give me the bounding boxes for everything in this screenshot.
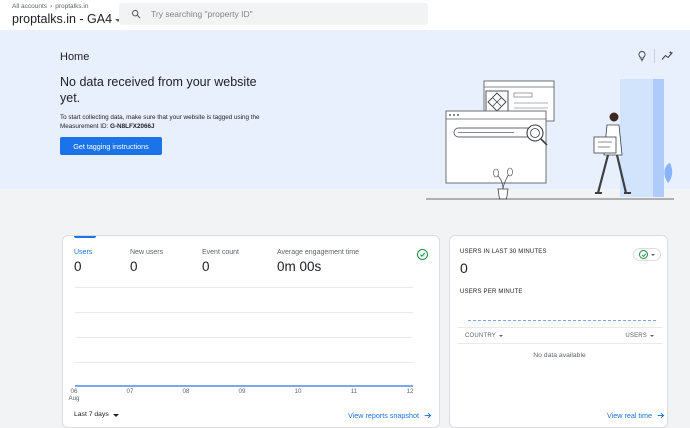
metric-value: 0: [202, 259, 210, 274]
view-reports-snapshot-link[interactable]: View reports snapshot: [348, 411, 432, 420]
metric-label: Average engagement time: [277, 249, 359, 256]
date-range-selector[interactable]: Last 7 days: [74, 411, 119, 418]
x-tick-day: 10: [294, 388, 302, 395]
chart-gridline: [75, 337, 413, 338]
users-trend-line: [75, 385, 413, 387]
insights-icon[interactable]: [661, 50, 674, 62]
caret-down-icon: [651, 253, 655, 256]
search-bar[interactable]: [119, 3, 428, 25]
breadcrumb-account[interactable]: proptalks.in: [55, 3, 88, 10]
x-tick-label: 11: [347, 388, 361, 395]
date-range-label: Last 7 days: [74, 411, 109, 418]
caret-down-icon: [650, 335, 654, 337]
users-per-minute-label: USERS PER MINUTE: [460, 289, 523, 295]
arrow-right-icon: [657, 412, 665, 419]
metric-value: 0: [130, 259, 138, 274]
chart-gridline: [75, 362, 413, 363]
breadcrumb-all-accounts[interactable]: All accounts: [12, 3, 47, 10]
check-circle-icon[interactable]: [417, 249, 428, 260]
chevron-right-icon: ›: [50, 3, 53, 10]
column-label: COUNTRY: [465, 333, 496, 339]
x-tick-label: 10: [291, 388, 305, 395]
arrow-right-icon: [424, 412, 432, 419]
users-per-minute-chart: [468, 320, 656, 321]
link-label: View real time: [607, 411, 653, 420]
column-country[interactable]: COUNTRY: [465, 333, 503, 339]
column-users[interactable]: USERS: [625, 333, 654, 339]
top-bar: All accounts › proptalks.in proptalks.in…: [0, 0, 690, 30]
table-header: COUNTRY USERS: [458, 327, 662, 344]
x-tick-label: 07: [123, 388, 137, 395]
realtime-status-dropdown[interactable]: [633, 248, 661, 261]
x-tick-label: 12: [403, 388, 417, 395]
x-tick-day: 12: [406, 388, 414, 395]
search-input[interactable]: [151, 9, 411, 19]
person-figure: [609, 112, 619, 122]
search-icon: [131, 9, 141, 19]
x-tick-month: Aug: [68, 395, 80, 402]
measurement-id: G-N8LFX2066J: [110, 123, 155, 130]
property-name: proptalks.in - GA4: [12, 12, 113, 26]
check-circle-icon: [639, 250, 648, 259]
x-tick-day: 11: [350, 388, 358, 395]
realtime-users-value: 0: [460, 260, 468, 276]
metric-label: Event count: [202, 249, 239, 256]
realtime-card: USERS IN LAST 30 MINUTES 0 USERS PER MIN…: [449, 235, 668, 428]
chart-gridline: [75, 312, 413, 313]
x-tick-label: 06 Aug: [67, 388, 81, 402]
hero-description: To start collecting data, make sure that…: [60, 113, 260, 131]
x-tick-label: 09: [235, 388, 249, 395]
breadcrumb: All accounts › proptalks.in: [12, 3, 88, 10]
hero-actions: [636, 49, 674, 63]
chart-gridline: [75, 287, 413, 288]
get-tagging-instructions-button[interactable]: Get tagging instructions: [60, 137, 162, 155]
x-tick-day: 06: [70, 388, 78, 395]
link-label: View reports snapshot: [348, 411, 419, 420]
x-tick-day: 07: [126, 388, 134, 395]
caret-down-icon: [498, 335, 503, 337]
tagging-illustration: [426, 79, 674, 200]
metric-value: 0m 00s: [277, 259, 322, 274]
realtime-title: USERS IN LAST 30 MINUTES: [460, 249, 547, 255]
page-title: Home: [60, 51, 90, 63]
column-label: USERS: [625, 333, 647, 339]
overview-card: Users 0 New users 0 Event count 0 Averag…: [62, 235, 440, 428]
hero-description-text: To start collecting data, make sure that…: [60, 114, 260, 130]
caret-down-icon: [112, 413, 119, 417]
view-real-time-link[interactable]: View real time: [607, 411, 665, 420]
metric-label: Users: [74, 249, 93, 256]
hero-heading: No data received from your website yet.: [60, 75, 257, 105]
hero-banner: Home No data received from your website …: [0, 30, 690, 200]
metric-value: 0: [74, 259, 82, 274]
x-tick-day: 09: [238, 388, 246, 395]
x-tick-label: 08: [179, 388, 193, 395]
property-selector[interactable]: proptalks.in - GA4: [12, 12, 122, 26]
empty-state-message: No data available: [533, 352, 586, 359]
active-tab-indicator: [74, 236, 96, 238]
x-tick-day: 08: [182, 388, 190, 395]
divider: [654, 49, 655, 63]
metric-label: New users: [130, 249, 164, 256]
lightbulb-icon[interactable]: [636, 50, 648, 62]
